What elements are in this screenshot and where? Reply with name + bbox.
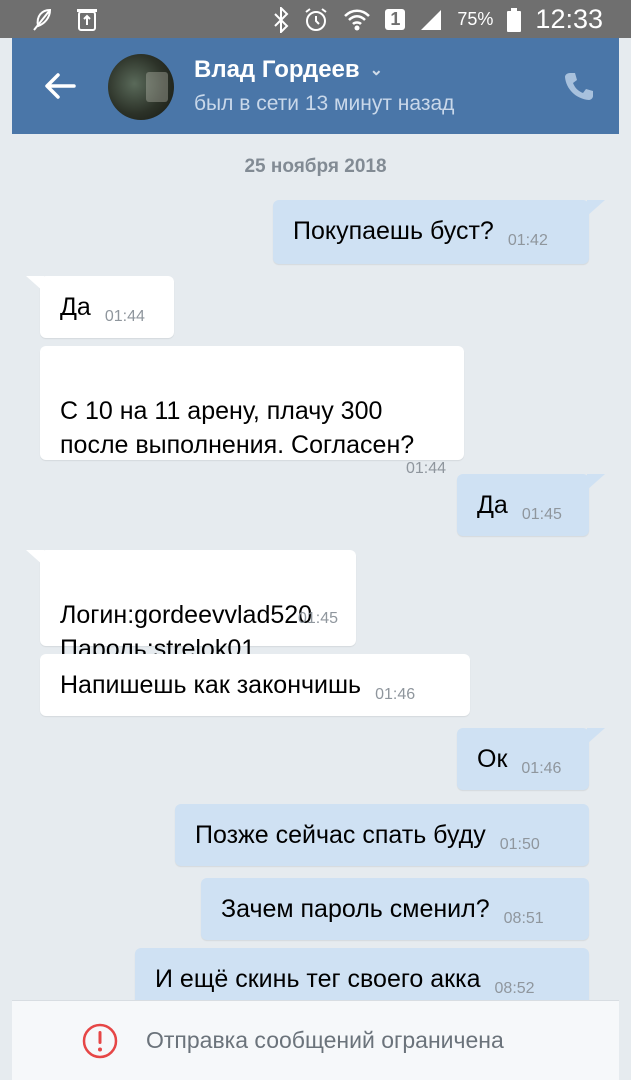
message-bubble[interactable]: И ещё скинь тег своего акка 08:52 <box>135 948 589 1000</box>
signal-icon <box>421 9 442 30</box>
recycle-bin-icon <box>77 9 97 31</box>
message-time: 01:50 <box>499 836 540 853</box>
message-time: 01:45 <box>521 506 562 523</box>
restriction-notice: Отправка сообщений ограничена <box>146 1027 504 1053</box>
message-bubble[interactable]: Да 01:45 <box>457 474 605 536</box>
message-text: И ещё скинь тег своего акка <box>155 965 481 993</box>
message-text: Напишешь как закончишь <box>60 671 362 699</box>
warning-icon <box>82 1023 118 1059</box>
phone-icon[interactable] <box>563 70 595 102</box>
alarm-icon <box>305 7 327 31</box>
message-bubble[interactable]: Логин:gordeevvlad520 Пароль:strelok01 01:… <box>26 550 356 663</box>
bluetooth-icon <box>274 6 289 33</box>
message-bubble[interactable]: Напишешь как закончишь 01:46 <box>40 654 470 716</box>
message-list[interactable]: 25 ноября 2018 Покупаешь буст? 01:42 Да 01… <box>12 134 619 1000</box>
back-arrow-icon[interactable] <box>42 68 78 104</box>
contact-name[interactable]: Влад Гордеев ⌄ <box>194 56 383 84</box>
message-time: 08:52 <box>494 980 535 997</box>
feather-icon <box>33 8 52 31</box>
message-time: 01:44 <box>104 308 145 325</box>
message-time: 08:51 <box>503 910 544 927</box>
last-seen-status: был в сети 13 минут назад <box>194 92 455 115</box>
message-text: Покупаешь буст? <box>293 217 494 245</box>
date-separator: 25 ноября 2018 <box>244 156 387 177</box>
message-time: 01:42 <box>507 232 548 249</box>
messaging-restricted-bar: Отправка сообщений ограничена <box>12 1000 619 1080</box>
contact-name-text: Влад Гордеев <box>194 56 360 83</box>
message-text: Да <box>477 491 508 519</box>
message-time: 01:46 <box>375 686 416 703</box>
message-time: 01:46 <box>521 760 562 777</box>
status-bar: 1 75% 12:33 <box>0 0 631 38</box>
sim-badge: 1 <box>385 9 406 30</box>
chevron-down-icon: ⌄ <box>369 62 384 79</box>
message-text: Да <box>60 293 91 321</box>
message-bubble[interactable]: Ок 01:46 <box>457 728 605 790</box>
message-time: 01:44 <box>405 460 446 477</box>
message-text: Позже сейчас спать буду <box>195 821 486 849</box>
message-bubble[interactable]: Покупаешь буст? 01:42 <box>273 200 605 264</box>
message-bubble[interactable]: Позже сейчас спать буду 01:50 <box>175 804 589 866</box>
message-text: Зачем пароль сменил? <box>221 895 490 923</box>
message-bubble[interactable]: Да 01:44 <box>26 276 174 338</box>
message-text: С 10 на 11 арену, плачу 300 после выполн… <box>60 397 415 459</box>
message-bubble[interactable]: Зачем пароль сменил? 08:51 <box>201 878 589 940</box>
avatar[interactable] <box>108 54 174 120</box>
clock: 12:33 <box>535 4 603 34</box>
message-bubble[interactable]: С 10 на 11 арену, плачу 300 после выполн… <box>40 346 464 477</box>
battery-percent: 75% <box>457 9 494 29</box>
wifi-icon <box>344 9 371 30</box>
message-text: Ок <box>477 745 508 773</box>
chat-header: Влад Гордеев ⌄ был в сети 13 минут назад <box>12 38 619 134</box>
message-time: 01:45 <box>297 610 338 627</box>
battery-icon <box>507 7 522 32</box>
